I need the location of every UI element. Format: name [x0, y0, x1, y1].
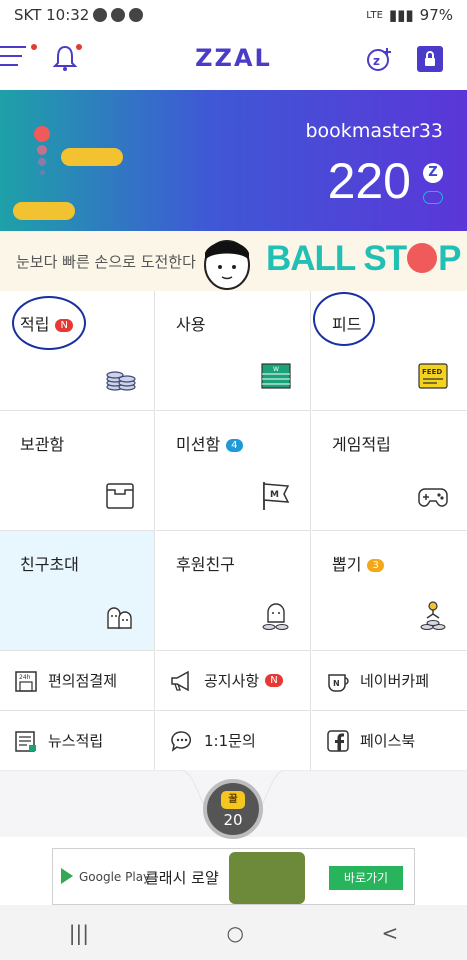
new-badge: N [265, 674, 283, 687]
paddle-graphic [13, 202, 75, 220]
shortcut-label: 1:1문의 [204, 732, 256, 750]
home-icon[interactable]: ○ [226, 921, 243, 945]
grid-item-draw[interactable]: 뽑기 3 [312, 531, 467, 651]
grid-item-label: 게임적립 [332, 435, 391, 454]
ballstop-promo-banner[interactable]: 눈보다 빠른 손으로 도전한다 BALL ST P [0, 231, 467, 291]
shortcut-row: 뉴스적립 1:1문의 페이스북 [0, 711, 467, 771]
shortcut-label: 네이버카페 [360, 672, 430, 690]
grid-item-label: 친구초대 [20, 555, 79, 574]
points-value: 220 [327, 153, 411, 209]
grid-item-mission[interactable]: 미션함 4 M [156, 411, 311, 531]
grid-item-sponsor-friend[interactable]: 후원친구 [156, 531, 311, 651]
shortcut-convenience-store-pay[interactable]: 24h 편의점결제 [0, 651, 155, 711]
zcoin-icon: Z [423, 163, 443, 183]
friends-ghost-icon [107, 607, 132, 629]
lock-button[interactable] [417, 46, 443, 72]
news-icon [15, 730, 36, 752]
grid-item-label: 뽑기 3 [332, 551, 384, 575]
grid-item-label: 보관함 [20, 435, 65, 454]
grid-item-game-earn[interactable]: 게임적립 [312, 411, 467, 531]
grid-item-label: 미션함 4 [176, 431, 243, 455]
ball-letter-icon [407, 243, 438, 273]
back-icon[interactable]: < [381, 921, 398, 945]
annotation-circle [313, 292, 375, 346]
megaphone-icon [171, 670, 189, 691]
storage-box-icon [106, 483, 134, 509]
annotation-circle [12, 296, 86, 350]
notification-icon [93, 8, 108, 22]
gift-card-icon: W [261, 363, 291, 389]
ball-graphic [34, 126, 50, 142]
svg-text:z: z [373, 54, 380, 68]
promo-tagline: 눈보다 빠른 손으로 도전한다 [16, 253, 196, 271]
expand-arrow-icon[interactable] [423, 191, 443, 204]
feed-icon: FEED [418, 363, 448, 389]
shortcut-row: 24h 편의점결제 공지사항 N N 네이버카페 [0, 651, 467, 711]
status-bar: SKT 10:32 LTE ▮▮▮ 97% [0, 0, 467, 30]
battery-level: 97% [419, 6, 453, 24]
recent-apps-icon[interactable]: ||| [69, 921, 89, 945]
zcoin-add-icon[interactable]: z [366, 46, 394, 72]
shortcut-naver-cafe[interactable]: N 네이버카페 [312, 651, 467, 711]
carrier-time: SKT 10:32 [14, 6, 90, 24]
grid-item-invite-friends[interactable]: 친구초대 [0, 531, 155, 651]
svg-text:W: W [273, 366, 279, 373]
lock-icon [425, 51, 435, 66]
facebook-icon [327, 729, 349, 752]
promo-title: BALL ST P [266, 239, 462, 278]
shortcut-label: 페이스북 [360, 732, 416, 750]
google-play-badge: Google Play [61, 868, 150, 884]
ad-cta-button[interactable]: 바로가기 [329, 866, 403, 890]
play-store-icon [61, 868, 73, 884]
signal-label: LTE [366, 9, 383, 21]
character-face-icon [204, 240, 250, 290]
ad-character-image [229, 852, 305, 904]
paddle-graphic [61, 148, 123, 166]
ad-banner[interactable]: Google Play 클래시 로얄 바로가기 [52, 848, 415, 905]
grid-item-label: 후원친구 [176, 555, 235, 574]
notification-icon [111, 8, 126, 22]
count-badge: 4 [226, 439, 243, 452]
svg-text:N: N [333, 679, 340, 688]
shortcut-inquiry[interactable]: 1:1문의 [156, 711, 311, 771]
shortcut-facebook[interactable]: 페이스북 [312, 711, 467, 771]
signal-icon: ▮▮▮ [388, 6, 414, 24]
shortcut-label: 편의점결제 [48, 672, 118, 690]
shortcut-news-earn[interactable]: 뉴스적립 [0, 711, 155, 771]
ball-trail [37, 145, 47, 155]
honey-button[interactable]: 꿀 20 [203, 779, 263, 839]
shortcut-notice[interactable]: 공지사항 N [156, 651, 311, 711]
shortcut-label: 공지사항 [204, 672, 260, 690]
chat-bubble-icon [171, 730, 191, 752]
app-logo[interactable]: ZZAL [0, 44, 467, 72]
convenience-store-icon: 24h [15, 670, 37, 692]
system-navigation-bar: ||| ○ < [0, 905, 467, 960]
sponsor-ghost-icon [262, 603, 289, 630]
ball-trail [40, 170, 45, 175]
username: bookmaster33 [305, 120, 444, 142]
grid-item-label: 사용 [176, 315, 206, 334]
ad-game-name: 클래시 로얄 [145, 869, 219, 887]
ball-trail [38, 158, 46, 166]
claw-machine-icon [420, 601, 446, 630]
honey-count: 20 [223, 811, 243, 829]
honey-jar-icon: 꿀 [221, 791, 245, 809]
grid-item-use[interactable]: 사용 W [156, 291, 311, 411]
gamepad-icon [418, 488, 448, 507]
shortcut-label: 뉴스적립 [48, 732, 104, 750]
svg-text:FEED: FEED [422, 368, 442, 376]
points-banner[interactable]: bookmaster33 220 Z [0, 90, 467, 231]
notification-icon [129, 8, 144, 22]
svg-text:24h: 24h [19, 674, 31, 681]
grid-item-storage[interactable]: 보관함 [0, 411, 155, 531]
svg-text:M: M [270, 490, 279, 500]
naver-cafe-icon: N [328, 673, 349, 692]
count-badge: 3 [367, 559, 384, 572]
coin-stack-icon [106, 371, 136, 391]
mission-flag-icon: M [263, 482, 290, 510]
